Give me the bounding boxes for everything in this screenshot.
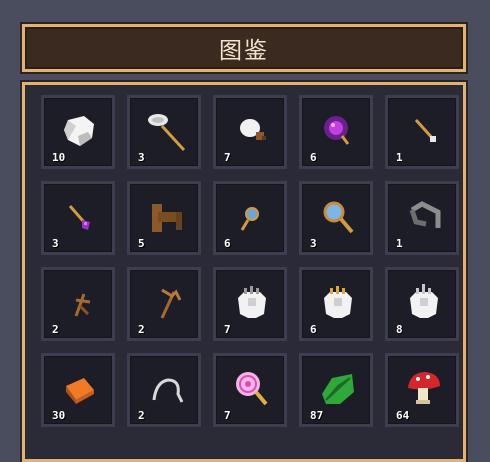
item-slot[interactable]: 3: [41, 181, 115, 255]
wooden-plank-icon: [152, 204, 182, 232]
item-count: 8: [396, 323, 403, 336]
fur-pelt-silver-icon: [410, 284, 438, 318]
item-count: 6: [310, 323, 317, 336]
item-count: 1: [396, 151, 403, 164]
item-count: 1: [396, 237, 403, 250]
codex-title-bar: 图鉴: [22, 24, 466, 72]
meat-drumstick-icon: [240, 119, 266, 140]
item-slot[interactable]: 7: [213, 267, 287, 341]
item-count: 87: [310, 409, 324, 422]
item-count: 6: [310, 151, 317, 164]
item-slot[interactable]: 87: [299, 353, 373, 427]
item-count: 7: [224, 151, 231, 164]
purple-wand-icon: [68, 205, 90, 230]
item-slot[interactable]: 64: [385, 353, 459, 427]
item-count: 3: [52, 237, 59, 250]
item-slot[interactable]: 6: [213, 181, 287, 255]
item-slot[interactable]: 6: [299, 267, 373, 341]
item-slot[interactable]: 2: [127, 267, 201, 341]
item-count: 3: [310, 237, 317, 250]
fur-pelt-gray-icon: [238, 286, 266, 318]
item-slot[interactable]: 1: [385, 181, 459, 255]
net-icon: [148, 114, 186, 152]
wooden-rake-icon: [160, 288, 182, 319]
grappling-hook-icon: [409, 201, 441, 228]
fur-pelt-gold-icon: [324, 286, 352, 318]
item-slot[interactable]: 6: [299, 95, 373, 169]
item-count: 6: [224, 237, 231, 250]
wooden-stick-icon: [74, 293, 91, 317]
item-slot[interactable]: 2: [127, 353, 201, 427]
item-count: 7: [224, 323, 231, 336]
item-slot[interactable]: 1: [385, 95, 459, 169]
item-count: 2: [138, 323, 145, 336]
item-count: 2: [138, 409, 145, 422]
purple-orb-icon: [324, 116, 350, 145]
item-count: 7: [224, 409, 231, 422]
item-slot[interactable]: 7: [213, 95, 287, 169]
item-count: 10: [52, 151, 66, 164]
item-slot[interactable]: 7: [213, 353, 287, 427]
small-magnifier-icon: [240, 207, 259, 231]
item-count: 5: [138, 237, 145, 250]
item-count: 30: [52, 409, 66, 422]
item-slot[interactable]: 30: [41, 353, 115, 427]
item-count: 64: [396, 409, 410, 422]
item-slot[interactable]: 3: [127, 95, 201, 169]
lollipop-icon: [236, 372, 268, 406]
magnifier-icon: [323, 201, 354, 234]
item-count: 3: [138, 151, 145, 164]
wire-icon: [152, 378, 184, 403]
needle-icon: [414, 118, 436, 142]
item-slot[interactable]: 5: [127, 181, 201, 255]
item-grid-panel: 10 3 7 6 1 3 5 6 3 1 2 2 7 6 8 30 2 7 87…: [22, 82, 466, 462]
item-slot[interactable]: 10: [41, 95, 115, 169]
item-slot[interactable]: 8: [385, 267, 459, 341]
item-slot[interactable]: 3: [299, 181, 373, 255]
item-count: 2: [52, 323, 59, 336]
item-slot[interactable]: 2: [41, 267, 115, 341]
page-title: 图鉴: [219, 38, 269, 64]
